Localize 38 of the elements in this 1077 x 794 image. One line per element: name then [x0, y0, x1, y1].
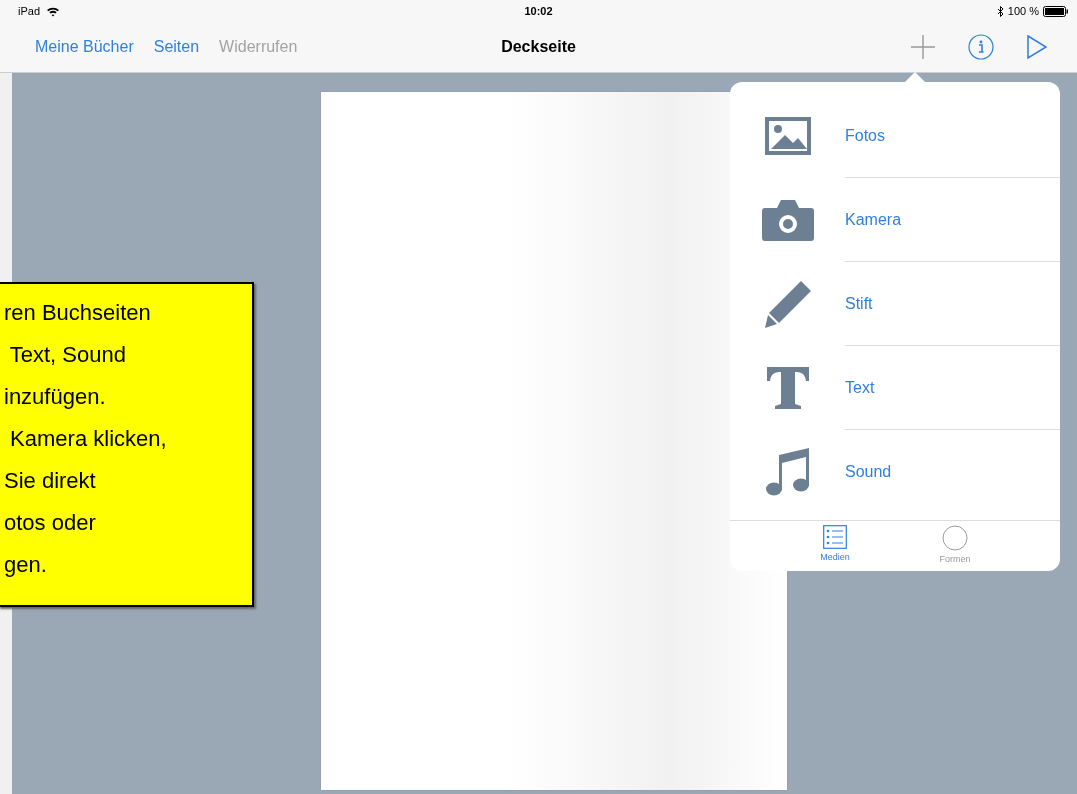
camera-icon — [760, 198, 815, 242]
bluetooth-icon — [996, 5, 1004, 17]
page-title: Deckseite — [501, 38, 576, 56]
menu-item[interactable]: Fotos — [730, 94, 1060, 178]
list-icon — [823, 525, 847, 549]
callout-text-line: Kamera klicken, — [9, 425, 168, 453]
menu-item[interactable]: Sound — [730, 430, 1060, 514]
popover-tab[interactable]: Formen — [915, 521, 995, 571]
play-icon[interactable] — [1027, 35, 1047, 59]
popover-tab[interactable]: Medien — [795, 521, 875, 571]
menu-item[interactable]: Stift — [730, 262, 1060, 346]
status-time: 10:02 — [524, 5, 553, 17]
callout-text-line: otos oder — [4, 509, 97, 537]
menu-item[interactable]: Kamera — [730, 178, 1060, 262]
menu-item-label: Kamera — [845, 178, 1060, 262]
menu-item[interactable]: Text — [730, 346, 1060, 430]
battery-icon — [1043, 5, 1069, 17]
circle-icon — [942, 525, 968, 551]
text-icon — [764, 365, 811, 411]
device-name: iPad — [18, 5, 41, 17]
add-icon[interactable] — [911, 35, 935, 59]
menu-item-label: Stift — [845, 262, 1060, 346]
menu-item-label: Text — [845, 346, 1060, 430]
info-icon[interactable] — [968, 34, 994, 60]
pencil-icon — [762, 279, 813, 329]
nav-button[interactable]: Meine Bücher — [26, 34, 143, 60]
wifi-icon — [46, 5, 61, 17]
music-note-icon — [764, 447, 811, 497]
callout-text-line: gen. — [4, 551, 48, 579]
callout-text-line: inzufügen. — [4, 383, 107, 411]
nav-button[interactable]: Seiten — [144, 34, 209, 60]
menu-item-label: Sound — [845, 462, 893, 482]
menu-item-label: Fotos — [845, 94, 1060, 178]
callout-text-line: Text, Sound — [8, 341, 127, 369]
picture-icon — [763, 116, 812, 156]
battery-percentage: 100 % — [1007, 5, 1039, 17]
callout-text-line: ren Buchseiten — [4, 299, 152, 327]
callout-text-line: Sie direkt — [4, 467, 97, 495]
